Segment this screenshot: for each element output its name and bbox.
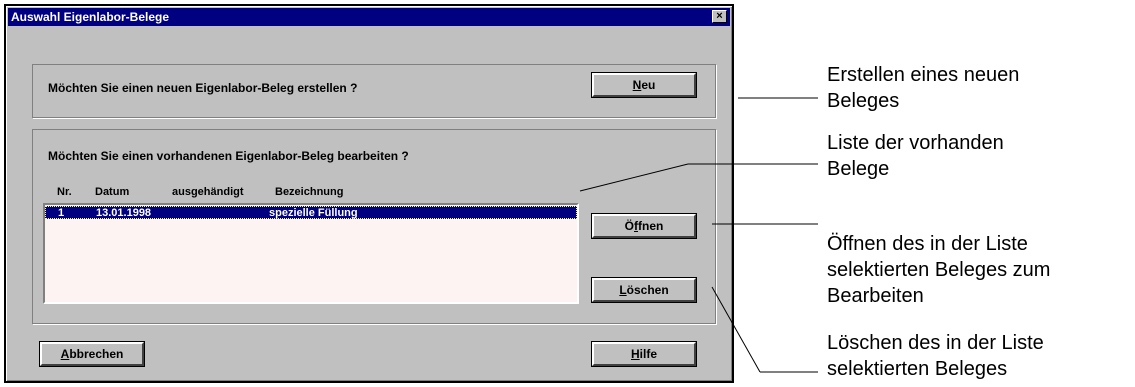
- annotation-new-line1: Erstellen eines neuen: [827, 64, 1020, 86]
- annotation-list: Liste der vorhanden Belege: [827, 130, 1004, 182]
- annotation-list-line1: Liste der vorhanden: [827, 132, 1004, 154]
- annotation-list-line2: Belege: [827, 158, 890, 180]
- annotation-open-line3: Bearbeiten: [827, 285, 924, 307]
- connector-delete: [711, 286, 761, 373]
- annotation-open-line1: Öffnen des in der Liste: [827, 233, 1028, 255]
- annotation-delete-line1: Löschen des in der Liste: [827, 332, 1044, 354]
- annotation-delete: Löschen des in der Liste selektierten Be…: [827, 330, 1044, 382]
- annotation-lines: [579, 97, 818, 373]
- annotation-new: Erstellen eines neuen Beleges: [827, 62, 1019, 114]
- annotation-delete-line2: selektierten Beleges: [827, 358, 1008, 380]
- annotation-open-line2: selektierten Beleges zum: [827, 259, 1051, 281]
- connector-list: [579, 163, 689, 192]
- annotation-new-line2: Beleges: [827, 90, 900, 112]
- annotation-open: Öffnen des in der Liste selektierten Bel…: [827, 231, 1050, 309]
